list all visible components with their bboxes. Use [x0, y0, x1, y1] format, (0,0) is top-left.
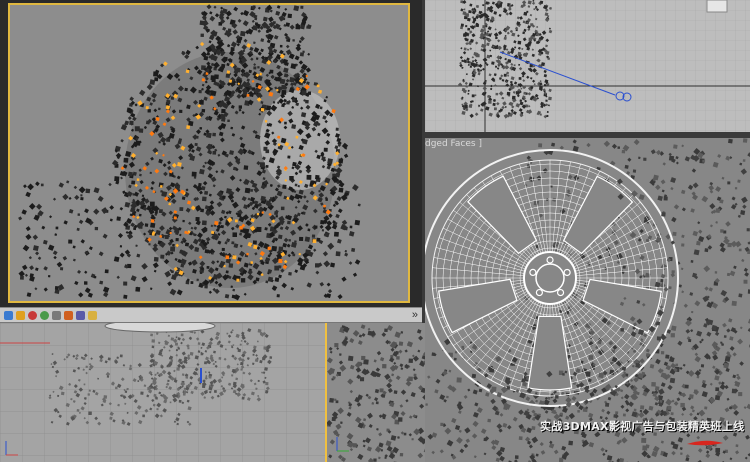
- watermark-text: 实战3DMAX影视广告与包装精英班上线: [540, 420, 745, 433]
- collapse-toggle-icon[interactable]: »: [412, 309, 418, 321]
- viewport-perspective[interactable]: [0, 0, 422, 307]
- render-frame-icon[interactable]: [16, 311, 25, 320]
- material-editor-icon[interactable]: [28, 311, 37, 320]
- ortho-grid: [425, 0, 750, 132]
- channel-icon[interactable]: [64, 311, 73, 320]
- axis-gizmo-icon: [336, 437, 349, 452]
- render-setup-icon[interactable]: [4, 311, 13, 320]
- viewport-bottom-middle[interactable]: [325, 323, 425, 462]
- viewport-toolbar: »: [0, 307, 422, 323]
- viewport-label[interactable]: dged Faces ]: [425, 139, 482, 149]
- perspective-render: [8, 3, 410, 303]
- bottom-middle-particles: [327, 324, 425, 462]
- watermark-swoosh: [687, 440, 723, 446]
- render-icon[interactable]: [88, 311, 97, 320]
- sphere-icon[interactable]: [40, 311, 49, 320]
- teapot-icon[interactable]: [52, 311, 61, 320]
- bottom-grid: [0, 323, 325, 462]
- wheel-wireframe: [425, 138, 750, 462]
- viewport-bottom-left[interactable]: [0, 323, 325, 462]
- viewport-top-right[interactable]: [425, 0, 750, 132]
- viewport-wireframe[interactable]: dged Faces ] 实战3DMAX影视广告与包装精英班上线: [425, 138, 750, 462]
- gear-icon[interactable]: [76, 311, 85, 320]
